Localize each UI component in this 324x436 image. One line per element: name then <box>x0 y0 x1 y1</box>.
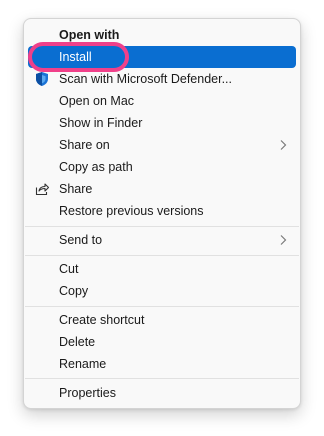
menu-item-label: Restore previous versions <box>59 204 204 218</box>
menu-item-share-on[interactable]: Share on <box>28 134 296 156</box>
menu-item-label: Copy as path <box>59 160 133 174</box>
menu-item-label: Cut <box>59 262 79 276</box>
menu-item-show-in-finder[interactable]: Show in Finder <box>28 112 296 134</box>
menu-item-properties[interactable]: Properties <box>28 382 296 404</box>
menu-item-copy[interactable]: Copy <box>28 280 296 302</box>
chevron-right-icon <box>280 140 287 150</box>
menu-separator <box>25 226 299 227</box>
menu-item-label: Share on <box>59 138 110 152</box>
menu-separator <box>25 306 299 307</box>
menu-item-label: Scan with Microsoft Defender... <box>59 72 232 86</box>
menu-item-restore-previous-versions[interactable]: Restore previous versions <box>28 200 296 222</box>
menu-item-open-on-mac[interactable]: Open on Mac <box>28 90 296 112</box>
menu-item-send-to[interactable]: Send to <box>28 229 296 251</box>
menu-item-create-shortcut[interactable]: Create shortcut <box>28 309 296 331</box>
context-menu: Open with Install Scan with Microsoft De… <box>23 18 301 409</box>
menu-item-label: Rename <box>59 357 107 371</box>
menu-item-copy-as-path[interactable]: Copy as path <box>28 156 296 178</box>
menu-item-label: Install <box>59 50 92 64</box>
menu-separator <box>25 378 299 379</box>
menu-separator <box>25 255 299 256</box>
defender-shield-icon <box>34 71 50 87</box>
menu-item-delete[interactable]: Delete <box>28 331 296 353</box>
menu-item-cut[interactable]: Cut <box>28 258 296 280</box>
menu-item-share[interactable]: Share <box>28 178 296 200</box>
menu-item-label: Create shortcut <box>59 313 145 327</box>
chevron-right-icon <box>280 235 287 245</box>
menu-item-label: Open on Mac <box>59 94 135 108</box>
menu-item-label: Copy <box>59 284 89 298</box>
share-icon <box>34 181 50 197</box>
menu-item-label: Delete <box>59 335 96 349</box>
menu-item-rename[interactable]: Rename <box>28 353 296 375</box>
menu-item-label: Show in Finder <box>59 116 143 130</box>
menu-item-label: Share <box>59 182 93 196</box>
menu-header-open-with[interactable]: Open with <box>28 24 296 46</box>
menu-item-label: Open with <box>59 28 120 42</box>
menu-item-label: Send to <box>59 233 103 247</box>
menu-item-install[interactable]: Install <box>28 46 296 68</box>
menu-item-label: Properties <box>59 386 116 400</box>
menu-item-scan-defender[interactable]: Scan with Microsoft Defender... <box>28 68 296 90</box>
